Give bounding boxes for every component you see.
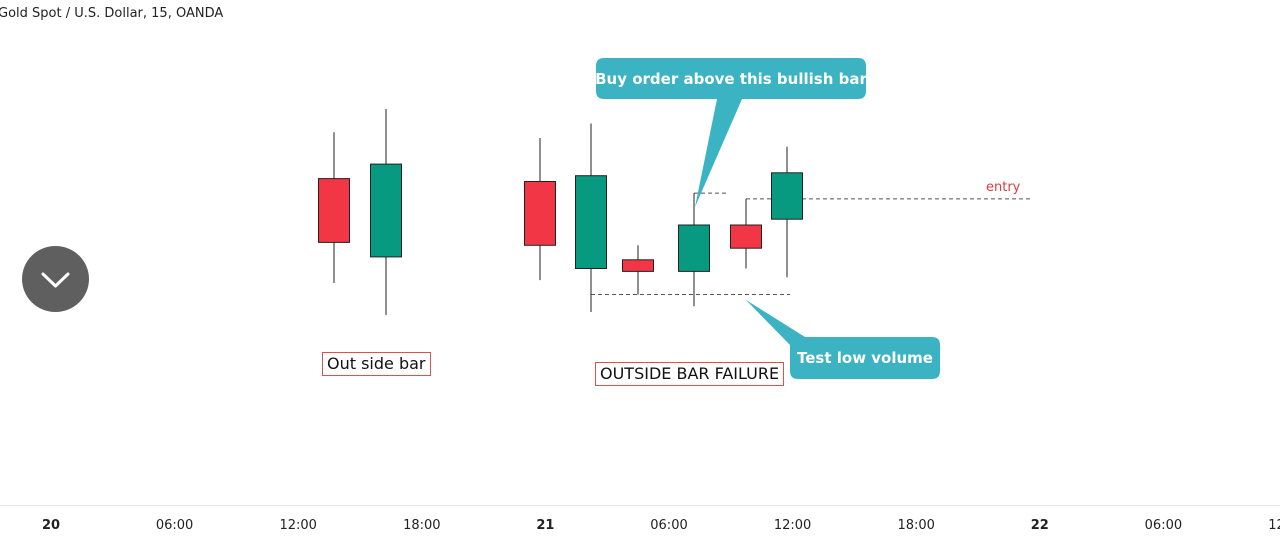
callouts: Buy order above this bullish bar Test low… [595, 58, 940, 379]
reference-lines: entry [591, 180, 1030, 295]
entry-label: entry [986, 180, 1021, 195]
candle [370, 109, 402, 315]
candle-body [524, 181, 556, 246]
candle [318, 132, 350, 283]
candle-body [370, 163, 402, 258]
candle-body [730, 224, 762, 249]
candle-body [678, 224, 710, 272]
candle-body [318, 178, 350, 243]
outside-bar-label: Out side bar [322, 352, 431, 376]
chevron-down-icon [41, 272, 70, 288]
candles [318, 109, 803, 315]
candle [575, 123, 607, 312]
outside-bar-failure-label: OUTSIDE BAR FAILURE [595, 362, 785, 386]
candlestick-chart: entry Buy order above this bullish bar Te… [42, 58, 1280, 533]
candle-body [575, 175, 607, 269]
time-axis[interactable] [0, 505, 1280, 544]
candle [730, 198, 762, 269]
candle-body [771, 172, 803, 220]
candle-body [622, 259, 654, 272]
callout-text: Test low volume [797, 349, 933, 367]
candle [622, 245, 654, 295]
candle [524, 138, 556, 281]
callout-buy-order: Buy order above this bullish bar [595, 58, 867, 207]
candle [678, 193, 710, 307]
candle [771, 146, 803, 278]
collapse-button[interactable] [22, 246, 89, 312]
callout-text: Buy order above this bullish bar [595, 70, 867, 88]
